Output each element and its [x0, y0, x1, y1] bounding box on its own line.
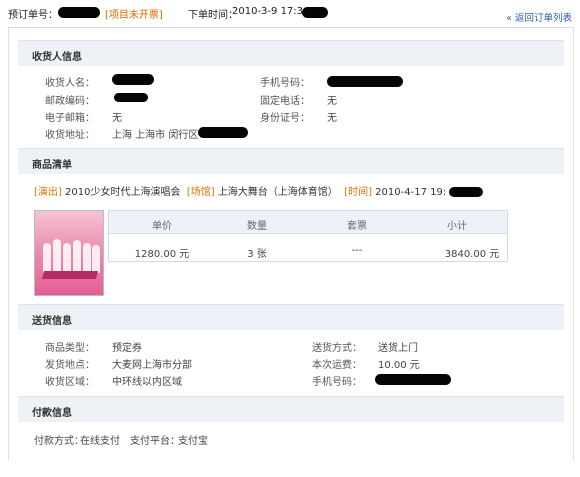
id-label: 身份证号：: [260, 113, 310, 124]
ship-from-label: 发货地点：: [45, 360, 95, 371]
payment-platform-value: 支付宝: [178, 436, 208, 447]
back-link-label: 返回订单列表: [514, 13, 572, 24]
poster-figure: [83, 243, 91, 273]
venue-tag: [场馆]: [186, 187, 215, 198]
double-chevron-left-icon: «: [506, 13, 512, 24]
redacted-show-time: [449, 187, 484, 197]
order-header: 预订单号： [项目未开票] 下单时间： 2010-3-9 17:3: [8, 6, 574, 22]
show-name: 2010少女时代上海演唱会: [65, 187, 181, 198]
delivery-method-label: 送货方式：: [312, 343, 362, 354]
order-number-label: 预订单号：: [8, 10, 58, 21]
redacted-order-number: [58, 7, 100, 18]
email-value: 无: [112, 113, 122, 124]
product-type-label: 商品类型：: [45, 343, 95, 354]
time-tag: [时间]: [344, 187, 372, 198]
col-subtotal: 小计: [447, 221, 467, 232]
address-value: 上海 上海市 闵行区: [112, 130, 199, 141]
status-badge: [项目未开票]: [105, 10, 163, 21]
venue-name: 上海大舞台（上海体育馆）: [217, 187, 338, 198]
ship-from-value: 大麦网上海市分部: [112, 360, 192, 371]
redacted-consignee-mobile: [327, 76, 403, 87]
delivery-method-value: 送货上门: [378, 343, 418, 354]
payment-platform-label: 支付平台：: [130, 436, 180, 447]
poster-figure: [53, 239, 61, 273]
delivery-section-header: 送货信息: [18, 304, 564, 330]
delivery-area-label: 收货区域：: [45, 377, 95, 388]
phone-value: 无: [327, 96, 337, 107]
subtotal-cell: 3840.00 元: [444, 249, 500, 260]
redacted-address: [198, 127, 248, 138]
address-label: 收货地址：: [45, 130, 95, 141]
poster-figure: [63, 243, 71, 273]
col-package: 套票: [347, 221, 367, 232]
item-table-header: 单价 数量 套票 小计: [109, 211, 507, 234]
event-poster-image[interactable]: [34, 210, 104, 296]
package-cell: ---: [351, 245, 363, 256]
show-time: 2010-4-17 19:: [375, 187, 447, 198]
order-time-label: 下单时间：: [188, 10, 238, 21]
redacted-consignee-name: [112, 74, 154, 85]
delivery-title: 送货信息: [32, 316, 72, 327]
zip-label: 邮政编码：: [45, 96, 95, 107]
poster-logo-text: [41, 271, 99, 279]
poster-figure: [92, 245, 100, 273]
quantity-cell: 3 张: [247, 249, 267, 260]
col-unit-price: 单价: [152, 221, 172, 232]
email-label: 电子邮箱：: [45, 113, 95, 124]
shipping-fee-value: 10.00 元: [378, 360, 420, 371]
consignee-title: 收货人信息: [32, 52, 82, 63]
payment-method-label: 付款方式：: [34, 436, 84, 447]
redacted-order-time: [302, 7, 328, 18]
order-time-value: 2010-3-9 17:3: [232, 6, 304, 17]
product-type-value: 预定券: [112, 343, 142, 354]
id-value: 无: [327, 113, 337, 124]
show-tag: [演出]: [34, 187, 62, 198]
col-quantity: 数量: [247, 221, 267, 232]
phone-label: 固定电话：: [260, 96, 310, 107]
payment-method-value: 在线支付: [80, 436, 120, 447]
shipping-fee-label: 本次运费：: [312, 360, 362, 371]
item-table: 单价 数量 套票 小计 1280.00 元 3 张 --- 3840.00 元: [108, 210, 508, 262]
delivery-mobile-label: 手机号码：: [312, 377, 362, 388]
delivery-area-value: 中环线以内区域: [112, 377, 182, 388]
consignee-name-label: 收货人名：: [45, 78, 95, 89]
redacted-zip: [114, 93, 148, 102]
payment-title: 付款信息: [32, 408, 72, 419]
show-info-line: [演出] 2010少女时代上海演唱会 [场馆] 上海大舞台（上海体育馆） [时间…: [34, 183, 484, 198]
consignee-section-header: 收货人信息: [18, 40, 564, 66]
poster-figure: [73, 240, 81, 273]
unit-price-cell: 1280.00 元: [134, 249, 190, 260]
items-title: 商品清单: [32, 160, 72, 171]
poster-figure: [43, 243, 51, 273]
back-to-orders-link[interactable]: « 返回订单列表: [506, 10, 572, 24]
consignee-mobile-label: 手机号码：: [260, 78, 310, 89]
redacted-delivery-mobile: [375, 374, 451, 385]
items-section-header: 商品清单: [18, 148, 564, 174]
payment-section-header: 付款信息: [18, 396, 564, 422]
